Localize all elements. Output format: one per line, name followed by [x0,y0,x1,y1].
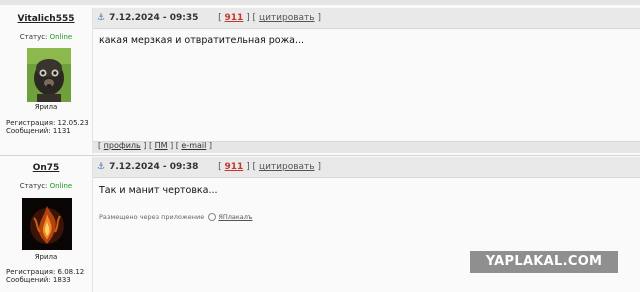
post-meta: ⚓ 7.12.2024 - 09:38 [ 911 ] [ цитировать … [97,162,321,172]
user-sidebar: On75 Статус: Online Ярила Регистрация: 6… [0,157,93,292]
post-divider [0,155,640,156]
status-label: Статус: [19,182,48,190]
message-count: Сообщений: 1131 [6,127,71,135]
email-link[interactable]: e-mail [181,141,206,150]
username[interactable]: Vitalich555 [0,14,92,24]
registration-date: Регистрация: 6.08.12 [6,268,85,276]
posted-via-label: Размещено через приложение [99,213,205,221]
post-text: Так и манит чертовка... [99,185,218,196]
anchor-icon[interactable]: ⚓ [97,13,105,23]
post-number-link[interactable]: 911 [225,13,244,23]
pm-link[interactable]: ПМ [155,141,168,150]
avatar-monkey-image [27,48,71,102]
user-group: Ярила [34,253,58,261]
user-sidebar: Vitalich555 Статус: Online Ярила Регистр… [0,8,93,154]
posted-via-app: Размещено через приложение ЯПлакалъ [99,213,253,221]
status-online: Online [49,33,73,41]
message-count: Сообщений: 1833 [6,276,71,284]
user-status: Статус: Online [0,33,92,41]
status-online: Online [49,182,73,190]
post-number-link[interactable]: 911 [225,162,244,172]
post-footer-links: [ профиль ] [ ПМ ] [ e-mail ] [98,141,213,150]
status-label: Статус: [19,33,48,41]
post-date: 7.12.2024 - 09:35 [109,13,199,23]
avatar-fire-image [22,198,72,250]
profile-link[interactable]: профиль [104,141,141,150]
user-group: Ярила [34,103,58,111]
quote-link[interactable]: цитировать [259,162,315,172]
app-link[interactable]: ЯПлакалъ [218,213,252,221]
site-watermark: YAPLAKAL.COM [470,251,618,273]
watermark-text: YAPLAKAL.COM [485,254,603,269]
app-circle-icon [208,213,217,221]
post-meta: ⚓ 7.12.2024 - 09:35 [ 911 ] [ цитировать … [97,13,321,23]
avatar[interactable] [22,198,72,250]
registration-date: Регистрация: 12.05.23 [6,119,89,127]
post-date: 7.12.2024 - 09:38 [109,162,199,172]
user-status: Статус: Online [0,182,92,190]
anchor-icon[interactable]: ⚓ [97,162,105,172]
top-strip [0,0,640,5]
post-text: какая мерзкая и отвратительная рожа... [99,35,305,46]
post-1: Vitalich555 Статус: Online Ярила Регистр… [0,8,640,154]
quote-link[interactable]: цитировать [259,13,315,23]
avatar[interactable] [27,48,71,102]
username[interactable]: On75 [0,163,92,173]
